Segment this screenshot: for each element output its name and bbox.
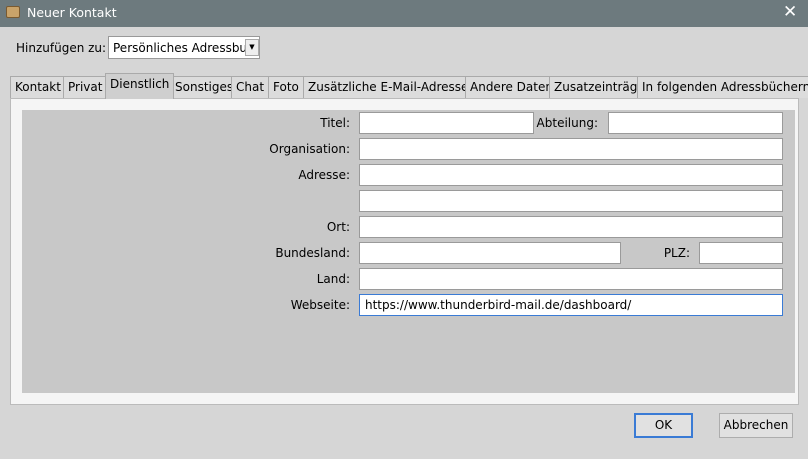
- cancel-button[interactable]: Abbrechen: [719, 413, 793, 438]
- window-title: Neuer Kontakt: [27, 5, 117, 20]
- land-label: Land:: [316, 272, 350, 286]
- close-icon[interactable]: ✕: [783, 2, 797, 22]
- organisation-label: Organisation:: [269, 142, 350, 156]
- add-to-label: Hinzufügen zu:: [16, 41, 107, 55]
- address-book-icon: [6, 6, 20, 18]
- tab-sonstiges[interactable]: Sonstiges: [170, 76, 239, 98]
- ok-button[interactable]: OK: [634, 413, 693, 438]
- webseite-label: Webseite:: [290, 298, 350, 312]
- chevron-down-icon[interactable]: ▼: [245, 39, 259, 56]
- tab-andere-daten[interactable]: Andere Daten: [465, 76, 558, 98]
- abteilung-input[interactable]: [608, 112, 783, 134]
- adresse-input[interactable]: [359, 164, 783, 186]
- bundesland-input[interactable]: [359, 242, 621, 264]
- organisation-input[interactable]: [359, 138, 783, 160]
- tab-chat[interactable]: Chat: [231, 76, 270, 98]
- land-input[interactable]: [359, 268, 783, 290]
- bundesland-label: Bundesland:: [275, 246, 350, 260]
- adresse-label: Adresse:: [298, 168, 350, 182]
- abteilung-label: Abteilung:: [536, 116, 598, 130]
- tab-adressbuecher[interactable]: In folgenden Adressbüchern: [637, 76, 808, 98]
- tab-foto[interactable]: Foto: [268, 76, 304, 98]
- tab-kontakt[interactable]: Kontakt: [10, 76, 66, 98]
- address-book-select[interactable]: Persönliches Adressbu... ▼: [108, 36, 260, 59]
- tab-zusatzeintraege[interactable]: Zusatzeinträge: [549, 76, 650, 98]
- tab-privat[interactable]: Privat: [63, 76, 108, 98]
- tab-email-addresses[interactable]: Zusätzliche E-Mail-Adressen: [303, 76, 482, 98]
- tab-dienstlich[interactable]: Dienstlich: [105, 73, 175, 99]
- titel-label: Titel:: [320, 116, 350, 130]
- webseite-input[interactable]: https://www.thunderbird-mail.de/dashboar…: [359, 294, 783, 316]
- ort-input[interactable]: [359, 216, 783, 238]
- title-bar: Neuer Kontakt ✕: [0, 0, 808, 27]
- plz-input[interactable]: [699, 242, 783, 264]
- plz-label: PLZ:: [663, 246, 690, 260]
- address-book-value: Persönliches Adressbu...: [113, 41, 259, 55]
- ort-label: Ort:: [326, 220, 350, 234]
- adresse-line2-input[interactable]: [359, 190, 783, 212]
